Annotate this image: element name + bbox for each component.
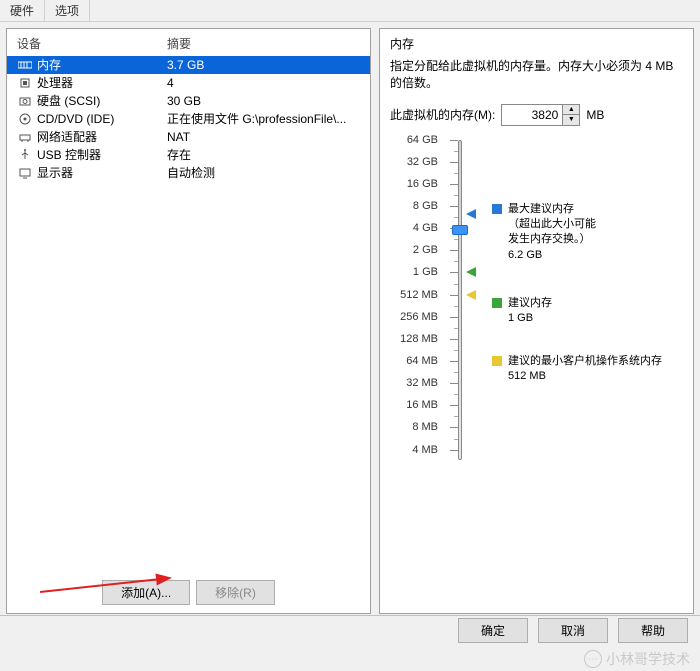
device-summary: 4 (167, 75, 360, 91)
memory-title: 内存 (390, 35, 683, 52)
tab-options[interactable]: 选项 (45, 0, 90, 21)
device-name: USB 控制器 (37, 147, 167, 163)
usb-icon (17, 148, 33, 162)
device-row-display[interactable]: 显示器 自动检测 (7, 164, 370, 182)
spin-down-icon[interactable]: ▼ (563, 115, 579, 125)
memory-panel: 内存 指定分配给此虚拟机的内存量。内存大小必须为 4 MB 的倍数。 此虚拟机的… (379, 28, 694, 614)
ok-button[interactable]: 确定 (458, 618, 528, 643)
tick-label: 32 GB (407, 156, 438, 168)
device-row-disk[interactable]: 硬盘 (SCSI) 30 GB (7, 92, 370, 110)
legend-min-value: 512 MB (508, 369, 662, 384)
tick-label: 2 GB (413, 244, 438, 256)
tick-label: 256 MB (400, 311, 438, 323)
legend-min-title: 建议的最小客户机操作系统内存 (508, 354, 662, 369)
wechat-icon: ⋯ (584, 650, 602, 668)
tick-label: 1 GB (413, 266, 438, 278)
memory-icon (17, 58, 33, 72)
network-icon (17, 130, 33, 144)
tick-label: 64 GB (407, 134, 438, 146)
device-name: 硬盘 (SCSI) (37, 93, 167, 109)
device-name: 内存 (37, 57, 167, 73)
memory-unit: MB (586, 108, 604, 122)
device-row-memory[interactable]: 内存 3.7 GB (7, 56, 370, 74)
tab-bar: 硬件 选项 (0, 0, 700, 22)
add-button[interactable]: 添加(A)... (102, 580, 190, 605)
legend-max-title: 最大建议内存 (508, 202, 596, 217)
device-name: 显示器 (37, 165, 167, 181)
disk-icon (17, 94, 33, 108)
device-summary: 自动检测 (167, 165, 360, 181)
tick-label: 8 MB (412, 421, 438, 433)
device-summary: 存在 (167, 147, 360, 163)
device-list: 内存 3.7 GB 处理器 4 硬盘 (SCSI) 30 GB CD/DVD (… (7, 56, 370, 574)
header-summary: 摘要 (167, 35, 191, 52)
cancel-button[interactable]: 取消 (538, 618, 608, 643)
device-list-header: 设备 摘要 (7, 29, 370, 56)
memory-slider[interactable] (444, 140, 474, 460)
device-row-network[interactable]: 网络适配器 NAT (7, 128, 370, 146)
device-summary: NAT (167, 129, 360, 145)
device-summary: 正在使用文件 G:\professionFile\... (167, 111, 360, 127)
tick-label: 16 MB (406, 399, 438, 411)
tick-label: 128 MB (400, 333, 438, 345)
help-button[interactable]: 帮助 (618, 618, 688, 643)
cdrom-icon (17, 112, 33, 126)
watermark-text: 小林哥学技术 (606, 649, 690, 669)
watermark: ⋯ 小林哥学技术 (584, 649, 690, 669)
memory-spinner[interactable]: ▲ ▼ (501, 104, 580, 126)
remove-button[interactable]: 移除(R) (196, 580, 275, 605)
legend-rec-value: 1 GB (508, 311, 552, 326)
dialog-button-bar: 确定 取消 帮助 (0, 615, 700, 645)
device-row-cdrom[interactable]: CD/DVD (IDE) 正在使用文件 G:\professionFile\..… (7, 110, 370, 128)
spin-up-icon[interactable]: ▲ (563, 105, 579, 116)
tick-label: 4 GB (413, 222, 438, 234)
memory-slider-area: 64 GB32 GB16 GB8 GB4 GB2 GB1 GB512 MB256… (390, 140, 683, 460)
device-name: 网络适配器 (37, 129, 167, 145)
tick-label: 4 MB (412, 444, 438, 456)
slider-thumb[interactable] (452, 225, 468, 235)
memory-legend: 最大建议内存 （超出此大小可能 发生内存交换。） 6.2 GB 建议内存 1 G… (474, 140, 683, 460)
tick-label: 32 MB (406, 377, 438, 389)
tick-label: 8 GB (413, 200, 438, 212)
tick-label: 64 MB (406, 355, 438, 367)
tick-label: 512 MB (400, 289, 438, 301)
cpu-icon (17, 76, 33, 90)
device-summary: 3.7 GB (167, 57, 360, 73)
legend-max-note: （超出此大小可能 发生内存交换。） (508, 217, 596, 248)
device-summary: 30 GB (167, 93, 360, 109)
display-icon (17, 166, 33, 180)
device-panel: 设备 摘要 内存 3.7 GB 处理器 4 硬盘 (SCSI) 30 GB CD… (6, 28, 371, 614)
legend-square-blue (492, 204, 502, 214)
legend-rec-title: 建议内存 (508, 296, 552, 311)
memory-field-label: 此虚拟机的内存(M): (390, 106, 495, 123)
tab-hardware[interactable]: 硬件 (0, 0, 45, 21)
tick-label: 16 GB (407, 178, 438, 190)
memory-desc: 指定分配给此虚拟机的内存量。内存大小必须为 4 MB 的倍数。 (390, 58, 683, 92)
device-row-cpu[interactable]: 处理器 4 (7, 74, 370, 92)
legend-square-yellow (492, 356, 502, 366)
device-name: CD/DVD (IDE) (37, 111, 167, 127)
slider-tick-labels: 64 GB32 GB16 GB8 GB4 GB2 GB1 GB512 MB256… (390, 140, 444, 460)
device-name: 处理器 (37, 75, 167, 91)
header-device: 设备 (17, 35, 167, 52)
legend-square-green (492, 298, 502, 308)
memory-input[interactable] (502, 105, 562, 125)
legend-max-value: 6.2 GB (508, 248, 596, 263)
device-row-usb[interactable]: USB 控制器 存在 (7, 146, 370, 164)
